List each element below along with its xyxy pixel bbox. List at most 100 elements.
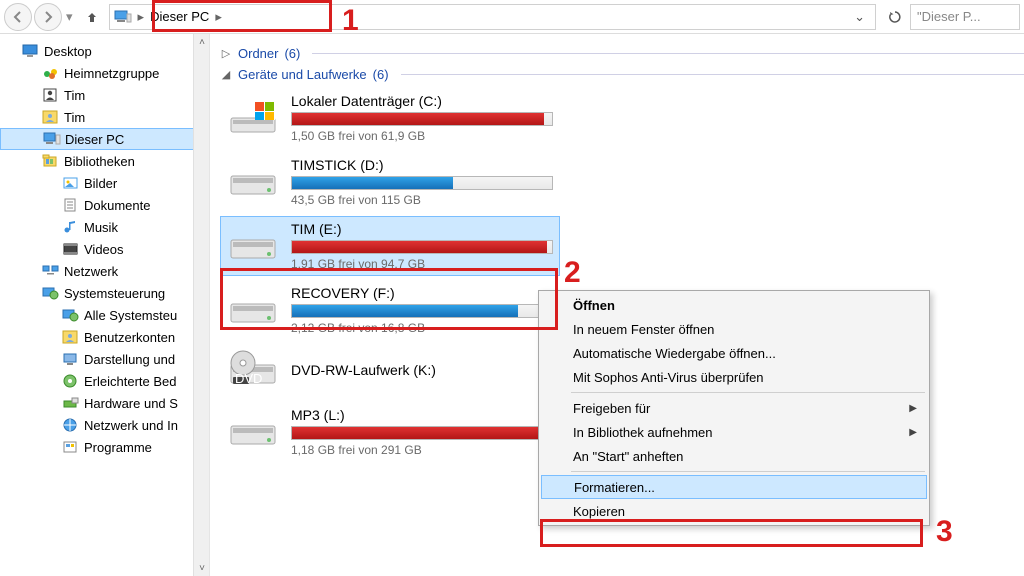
- group-count: (6): [373, 67, 389, 82]
- tree-item[interactable]: Systemsteuerung: [0, 282, 209, 304]
- tree-item-label: Netzwerk und In: [84, 418, 178, 433]
- pc-icon: [43, 131, 61, 147]
- tree-item[interactable]: Bibliotheken: [0, 150, 209, 172]
- drive-item[interactable]: TIMSTICK (D:) 43,5 GB frei von 115 GB: [220, 152, 560, 212]
- network-icon: [42, 263, 60, 279]
- tree-item-label: Tim: [64, 110, 85, 125]
- drive-item[interactable]: TIM (E:) 1,91 GB frei von 94,7 GB: [220, 216, 560, 276]
- context-menu-item[interactable]: Mit Sophos Anti-Virus überprüfen: [541, 365, 927, 389]
- capacity-bar: [291, 426, 553, 440]
- drive-item[interactable]: Lokaler Datenträger (C:) 1,50 GB frei von…: [220, 88, 560, 148]
- back-button[interactable]: [4, 3, 32, 31]
- context-menu-item[interactable]: Öffnen: [541, 293, 927, 317]
- tree-item[interactable]: Benutzerkonten: [0, 326, 209, 348]
- context-menu-item[interactable]: In Bibliothek aufnehmen▶: [541, 420, 927, 444]
- drive-item[interactable]: DVD DVD-RW-Laufwerk (K:): [220, 344, 560, 398]
- scroll-down-icon[interactable]: ˅: [194, 560, 210, 576]
- group-devices[interactable]: ◢ Geräte und Laufwerke (6): [220, 67, 1024, 82]
- tree-item[interactable]: Tim: [0, 106, 209, 128]
- tree-item-label: Programme: [84, 440, 152, 455]
- drive-item[interactable]: MP3 (L:) 1,18 GB frei von 291 GB: [220, 402, 560, 462]
- drive-free-text: 1,91 GB frei von 94,7 GB: [291, 257, 553, 271]
- drive-free-text: 2,12 GB frei von 16,8 GB: [291, 321, 553, 335]
- capacity-bar: [291, 112, 553, 126]
- context-menu-item[interactable]: In neuem Fenster öffnen: [541, 317, 927, 341]
- capacity-bar: [291, 176, 553, 190]
- context-menu-label: Formatieren...: [574, 480, 655, 495]
- display-icon: [62, 351, 80, 367]
- drive-item[interactable]: RECOVERY (F:) 2,12 GB frei von 16,8 GB: [220, 280, 560, 340]
- chevron-right-icon: ▸: [213, 9, 224, 25]
- tree-item[interactable]: Dieser PC: [0, 128, 209, 150]
- tree-item[interactable]: Desktop: [0, 40, 209, 62]
- tree-item[interactable]: Netzwerk: [0, 260, 209, 282]
- drive-free-text: 43,5 GB frei von 115 GB: [291, 193, 553, 207]
- scroll-up-icon[interactable]: ˄: [194, 34, 210, 50]
- drive-icon: [227, 96, 281, 140]
- user-icon: [62, 329, 80, 345]
- tree-item-label: Musik: [84, 220, 118, 235]
- tree-item[interactable]: Dokumente: [0, 194, 209, 216]
- up-button[interactable]: [81, 6, 103, 28]
- refresh-button[interactable]: [882, 4, 908, 30]
- context-menu-item[interactable]: Automatische Wiedergabe öffnen...: [541, 341, 927, 365]
- tree-item[interactable]: Programme: [0, 436, 209, 458]
- context-menu-label: An "Start" anheften: [573, 449, 683, 464]
- tree-item[interactable]: Alle Systemsteu: [0, 304, 209, 326]
- ease-icon: [62, 373, 80, 389]
- context-menu-item[interactable]: Formatieren...: [541, 475, 927, 499]
- tree-item[interactable]: Darstellung und: [0, 348, 209, 370]
- tree-item[interactable]: Netzwerk und In: [0, 414, 209, 436]
- tree-item[interactable]: Videos: [0, 238, 209, 260]
- drive-name: Lokaler Datenträger (C:): [291, 93, 553, 109]
- netint-icon: [62, 417, 80, 433]
- context-menu-label: Automatische Wiedergabe öffnen...: [573, 346, 776, 361]
- tree-item-label: Tim: [64, 88, 85, 103]
- pc-icon: [114, 10, 132, 24]
- drive-name: TIM (E:): [291, 221, 553, 237]
- group-count: (6): [284, 46, 300, 61]
- tree-item-label: Heimnetzgruppe: [64, 66, 159, 81]
- chevron-right-icon: ▷: [220, 47, 232, 60]
- context-menu-item[interactable]: Kopieren: [541, 499, 927, 523]
- breadcrumb-dropdown[interactable]: ⌄: [848, 9, 871, 25]
- drive-name: TIMSTICK (D:): [291, 157, 553, 173]
- tree-item[interactable]: Musik: [0, 216, 209, 238]
- drive-name: RECOVERY (F:): [291, 285, 553, 301]
- homegroup-icon: [42, 65, 60, 81]
- drive-free-text: 1,50 GB frei von 61,9 GB: [291, 129, 553, 143]
- recent-dropdown[interactable]: ▾: [66, 9, 73, 25]
- menu-separator: [571, 392, 925, 393]
- capacity-bar: [291, 304, 553, 318]
- tree-item[interactable]: Tim: [0, 84, 209, 106]
- group-folders[interactable]: ▷ Ordner (6): [220, 46, 1024, 61]
- tree-scrollbar[interactable]: ˄ ˅: [193, 34, 209, 576]
- drive-icon: DVD: [227, 349, 281, 393]
- drive-free-text: 1,18 GB frei von 291 GB: [291, 443, 553, 457]
- monitor-icon: [22, 43, 40, 59]
- context-menu-label: In neuem Fenster öffnen: [573, 322, 714, 337]
- context-menu-label: Kopieren: [573, 504, 625, 519]
- tree-item-label: Netzwerk: [64, 264, 118, 279]
- forward-button[interactable]: [34, 3, 62, 31]
- tree-item-label: Dokumente: [84, 198, 150, 213]
- context-menu-label: In Bibliothek aufnehmen: [573, 425, 712, 440]
- context-menu-item[interactable]: Freigeben für▶: [541, 396, 927, 420]
- drive-name: DVD-RW-Laufwerk (K:): [291, 362, 553, 378]
- submenu-arrow-icon: ▶: [909, 403, 917, 414]
- breadcrumb[interactable]: ▸ Dieser PC ▸ ⌄: [109, 4, 876, 30]
- hardware-icon: [62, 395, 80, 411]
- drive-icon: [227, 160, 281, 204]
- tree-item[interactable]: Erleichterte Bed: [0, 370, 209, 392]
- search-input[interactable]: "Dieser P...: [910, 4, 1020, 30]
- context-menu-label: Mit Sophos Anti-Virus überprüfen: [573, 370, 764, 385]
- context-menu-item[interactable]: An "Start" anheften: [541, 444, 927, 468]
- chevron-right-icon: ▸: [136, 9, 147, 25]
- breadcrumb-segment[interactable]: Dieser PC: [146, 9, 213, 24]
- tree-item[interactable]: Hardware und S: [0, 392, 209, 414]
- drive-name: MP3 (L:): [291, 407, 553, 423]
- programs-icon: [62, 439, 80, 455]
- tree-item[interactable]: Heimnetzgruppe: [0, 62, 209, 84]
- tree-item[interactable]: Bilder: [0, 172, 209, 194]
- videos-icon: [62, 241, 80, 257]
